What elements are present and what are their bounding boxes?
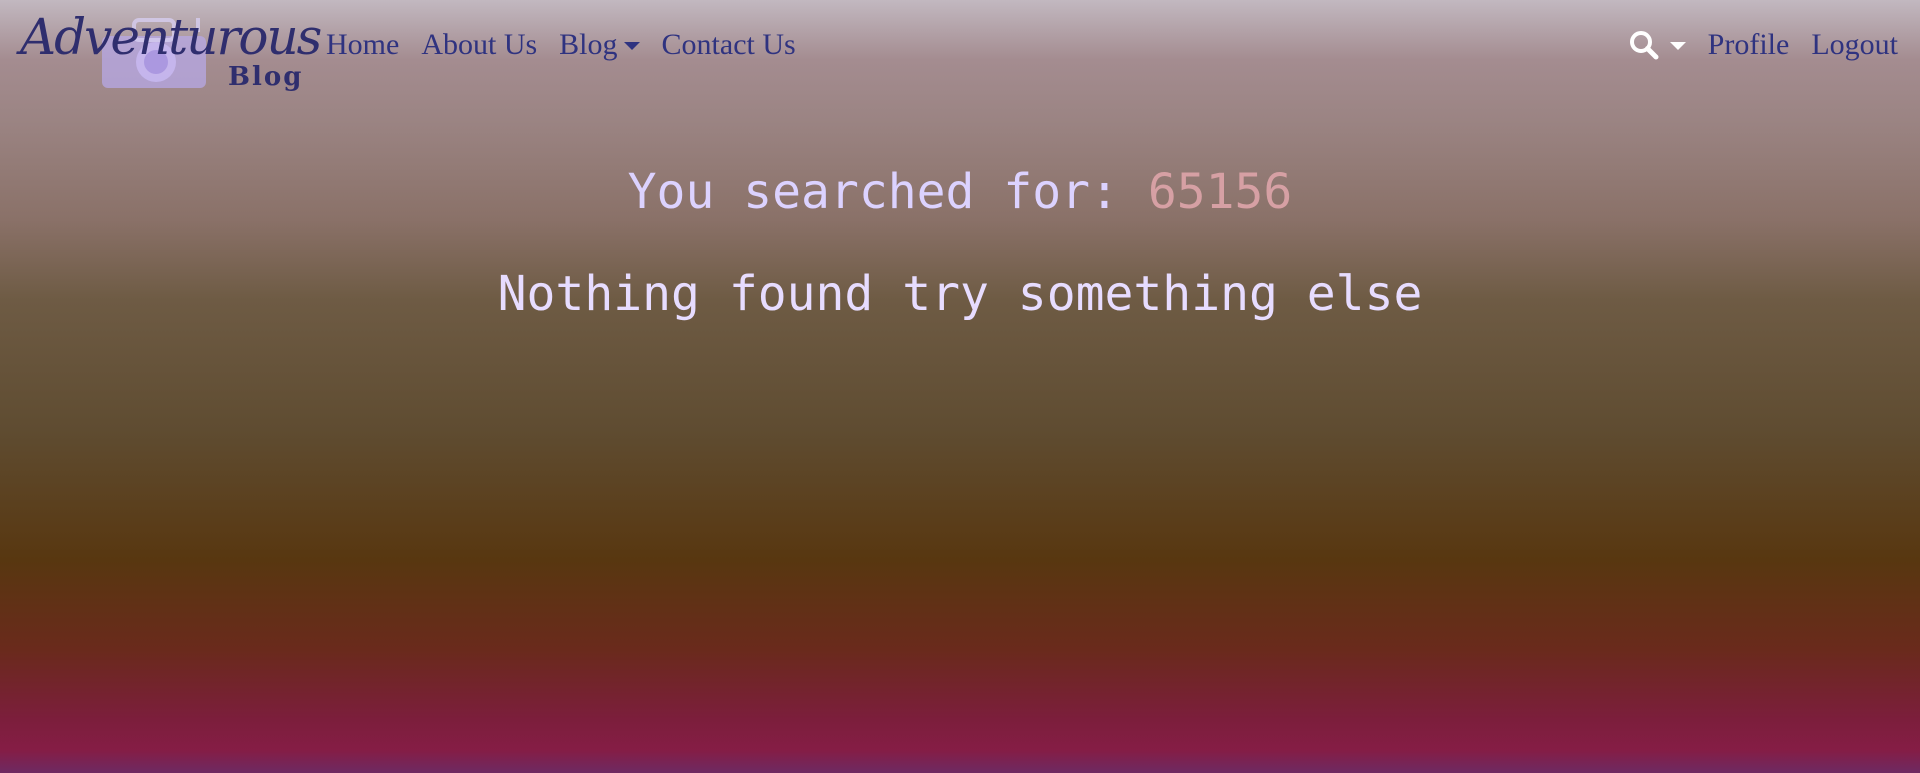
nav-blog-dropdown[interactable]: Blog bbox=[559, 28, 640, 62]
brand-logo[interactable]: Adventurous Blog bbox=[18, 6, 322, 94]
search-query-heading: You searched for: 65156 bbox=[0, 162, 1920, 222]
no-results-message: Nothing found try something else bbox=[497, 266, 1423, 322]
brand-name: Adventurous bbox=[20, 8, 322, 66]
search-prefix: You searched for: bbox=[627, 164, 1148, 220]
nav-logout-link[interactable]: Logout bbox=[1811, 28, 1898, 62]
search-results: You searched for: 65156 Nothing found tr… bbox=[0, 150, 1920, 324]
navbar: Adventurous Blog Home About Us Blog Cont… bbox=[0, 0, 1920, 98]
chevron-down-icon bbox=[1669, 42, 1686, 50]
search-icon bbox=[1629, 31, 1659, 60]
secondary-nav: Profile Logout bbox=[1628, 28, 1898, 62]
nav-contact-link[interactable]: Contact Us bbox=[662, 28, 796, 62]
nav-blog-label: Blog bbox=[559, 28, 618, 61]
search-term: 65156 bbox=[1147, 164, 1293, 220]
primary-nav: Home About Us Blog Contact Us bbox=[326, 28, 818, 62]
chevron-down-icon bbox=[623, 42, 640, 50]
nav-profile-link[interactable]: Profile bbox=[1708, 28, 1790, 62]
nav-about-link[interactable]: About Us bbox=[421, 28, 537, 62]
search-dropdown-toggle[interactable] bbox=[1628, 29, 1686, 61]
nav-home-link[interactable]: Home bbox=[326, 28, 399, 62]
brand-subtitle: Blog bbox=[228, 62, 304, 92]
